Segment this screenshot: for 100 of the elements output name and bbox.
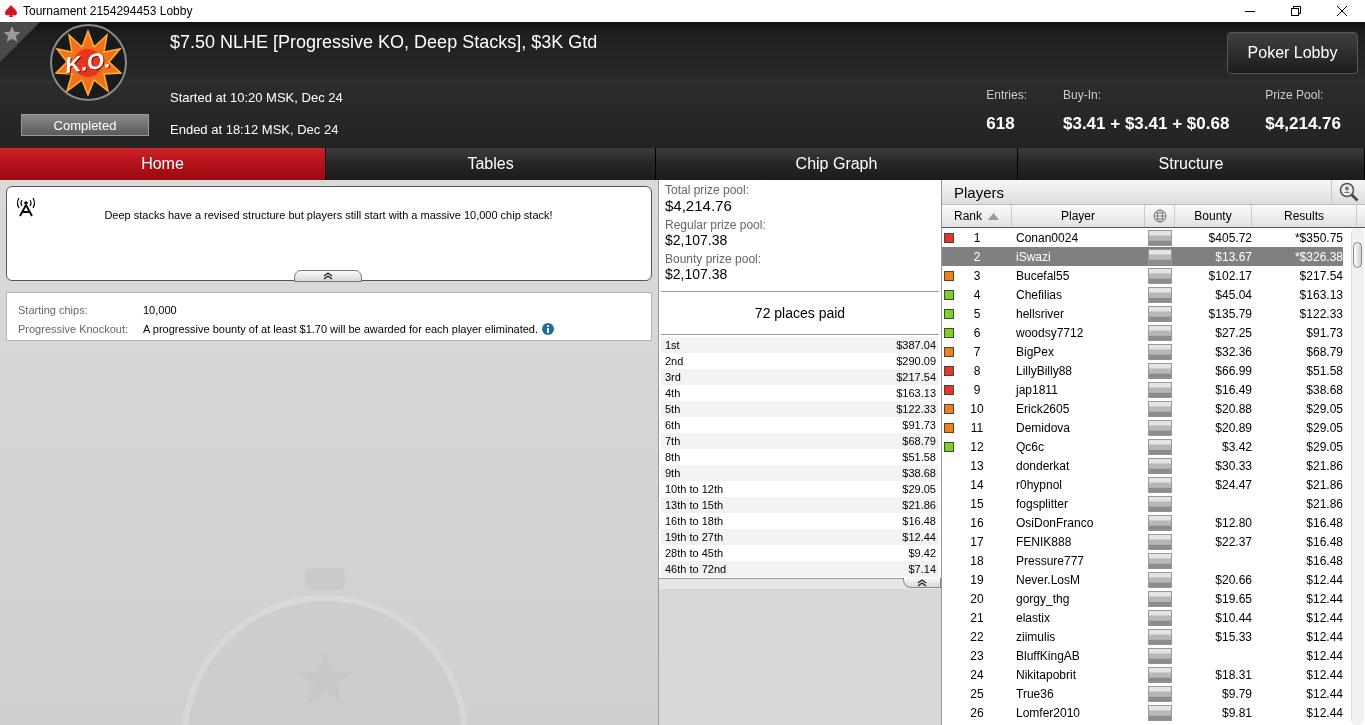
player-name: ziimulis	[1015, 629, 1057, 644]
player-row[interactable]: 3 Bucefal55 $102.17 $217.54	[942, 266, 1343, 285]
flag-icon	[1148, 400, 1172, 417]
scrollbar-thumb[interactable]	[1353, 242, 1362, 268]
results-cell-text: $12.44	[1305, 648, 1343, 663]
flag-icon	[1148, 495, 1172, 512]
bounty-cell-text: $20.66	[1214, 572, 1252, 587]
results-cell-text: $12.44	[1305, 610, 1343, 625]
bounty-cell-text: $24.47	[1214, 477, 1252, 492]
results-cell-text: $91.73	[1305, 325, 1343, 340]
player-row[interactable]: 9 jap1811 $16.49 $38.68	[942, 380, 1343, 399]
column-header[interactable]: Results	[1252, 205, 1357, 227]
player-row[interactable]: 23 BluffKingAB $12.44	[942, 646, 1343, 665]
rank-cell-text: 22	[969, 629, 985, 644]
results-cell-text: $12.44	[1305, 629, 1343, 644]
payout-amount: $29.05	[902, 483, 936, 495]
double-chevron-icon	[322, 272, 334, 280]
results-cell-text: $68.79	[1305, 344, 1343, 359]
flag-icon	[1148, 571, 1172, 588]
rank-cell-text: 13	[969, 458, 985, 473]
player-name: r0hypnol	[1015, 477, 1064, 492]
player-name: elastix	[1015, 610, 1051, 625]
sort-arrow-icon	[988, 212, 999, 220]
pool-amount: $2,107.38	[665, 266, 729, 282]
scrollbar-track[interactable]	[1351, 228, 1364, 725]
player-row[interactable]: 22 ziimulis $15.33 $12.44	[942, 627, 1343, 646]
player-name: Nikitapobrit	[1015, 667, 1078, 682]
column-header[interactable]: Player	[1012, 205, 1145, 227]
payout-place: 6th	[665, 419, 681, 431]
results-cell-text: $12.44	[1305, 667, 1343, 682]
results-cell-text: $163.13	[1298, 287, 1343, 302]
results-cell-text: $51.58	[1305, 363, 1343, 378]
detail-value: 10,000	[143, 304, 177, 316]
player-row[interactable]: 4 Chefilias $45.04 $163.13	[942, 285, 1343, 304]
detail-label: Progressive Knockout:	[18, 323, 130, 335]
tab[interactable]: Tables	[326, 148, 656, 180]
bounty-cell-text: $32.36	[1214, 344, 1252, 359]
player-row[interactable]: 26 Lomfer2010 $9.81 $12.44	[942, 703, 1343, 722]
results-cell-text: $21.86	[1305, 496, 1343, 511]
rank-cell-text: 12	[969, 439, 985, 454]
player-row[interactable]: 25 True36 $9.79 $12.44	[942, 684, 1343, 703]
player-row[interactable]: 24 Nikitapobrit $18.31 $12.44	[942, 665, 1343, 684]
player-name: Lomfer2010	[1015, 705, 1082, 720]
player-name: Erick2605	[1015, 401, 1071, 416]
player-row[interactable]: 13 donderkat $30.33 $21.86	[942, 456, 1343, 475]
player-row[interactable]: 7 BigPex $32.36 $68.79	[942, 342, 1343, 361]
player-row[interactable]: 5 hellsriver $135.79 $122.33	[942, 304, 1343, 323]
rank-cell-text: 6	[972, 325, 982, 340]
info-icon[interactable]	[542, 323, 554, 335]
flag-icon	[1148, 609, 1172, 626]
flag-icon	[1148, 438, 1172, 455]
flag-icon	[1148, 647, 1172, 664]
payout-amount: $217.54	[896, 371, 936, 383]
pool-label: Total prize pool:	[665, 183, 751, 197]
flag-icon	[1148, 476, 1172, 493]
bounty-cell-text: $18.31	[1214, 667, 1252, 682]
bounty-cell-text: $15.33	[1214, 629, 1252, 644]
tournament-title: $7.50 NLHE [Progressive KO, Deep Stacks], $3K Gtd	[170, 32, 599, 54]
player-name: FENIK888	[1015, 534, 1073, 549]
column-header[interactable]: Rank	[942, 205, 1012, 227]
panel-title: Players	[953, 183, 1006, 201]
column-header[interactable]: Bounty	[1175, 205, 1252, 227]
player-row[interactable]: 12 Qc6c $3.42 $29.05	[942, 437, 1343, 456]
rank-cell-text: 19	[969, 572, 985, 587]
player-row[interactable]: 10 Erick2605 $20.88 $29.05	[942, 399, 1343, 418]
player-row[interactable]: 19 Never.LosM $20.66 $12.44	[942, 570, 1343, 589]
pool-amount: $2,107.38	[665, 232, 729, 248]
bounty-cell-text: $45.04	[1214, 287, 1252, 302]
rank-cell-text: 14	[969, 477, 985, 492]
poker-lobby-button[interactable]: Poker Lobby	[1227, 32, 1358, 74]
flag-icon	[1148, 685, 1172, 702]
player-row[interactable]: 20 gorgy_thg $19.65 $12.44	[942, 589, 1343, 608]
player-row[interactable]: 11 Demidova $20.89 $29.05	[942, 418, 1343, 437]
flag-icon	[1148, 229, 1172, 246]
rank-cell-text: 17	[969, 534, 985, 549]
bounty-cell-text: $9.81	[1220, 705, 1252, 720]
stat-value: $4,214.76	[1265, 114, 1341, 134]
player-row[interactable]: 16 OsiDonFranco $12.80 $16.48	[942, 513, 1343, 532]
tab[interactable]: Home	[0, 148, 326, 180]
collapse-button[interactable]	[903, 578, 941, 588]
player-name: Conan0024	[1015, 230, 1080, 245]
tab[interactable]: Structure	[1018, 148, 1365, 180]
player-row[interactable]: 1 Conan0024 $405.72 *$350.75	[942, 228, 1343, 247]
collapse-button[interactable]	[294, 270, 362, 282]
player-row[interactable]: 6 woodsy7712 $27.25 $91.73	[942, 323, 1343, 342]
player-row[interactable]: 15 fogsplitter $21.86	[942, 494, 1343, 513]
player-row[interactable]: 8 LillyBilly88 $66.99 $51.58	[942, 361, 1343, 380]
player-row[interactable]: 18 Pressure777 $16.48	[942, 551, 1343, 570]
player-row[interactable]: 14 r0hypnol $24.47 $21.86	[942, 475, 1343, 494]
player-row[interactable]: 17 FENIK888 $22.37 $16.48	[942, 532, 1343, 551]
flag-icon	[1148, 286, 1172, 303]
rank-cell-text: 1	[972, 230, 982, 245]
player-row[interactable]: 2 iSwazi $13.67 *$326.38	[942, 247, 1343, 266]
status-ribbon: Completed	[21, 114, 149, 136]
rank-cell-text: 7	[972, 344, 982, 359]
player-row[interactable]: 21 elastix $10.44 $12.44	[942, 608, 1343, 627]
tab[interactable]: Chip Graph	[656, 148, 1018, 180]
payout-amount: $12.44	[902, 531, 936, 543]
double-chevron-icon	[916, 578, 928, 587]
payout-place: 16th to 18th	[665, 515, 724, 527]
